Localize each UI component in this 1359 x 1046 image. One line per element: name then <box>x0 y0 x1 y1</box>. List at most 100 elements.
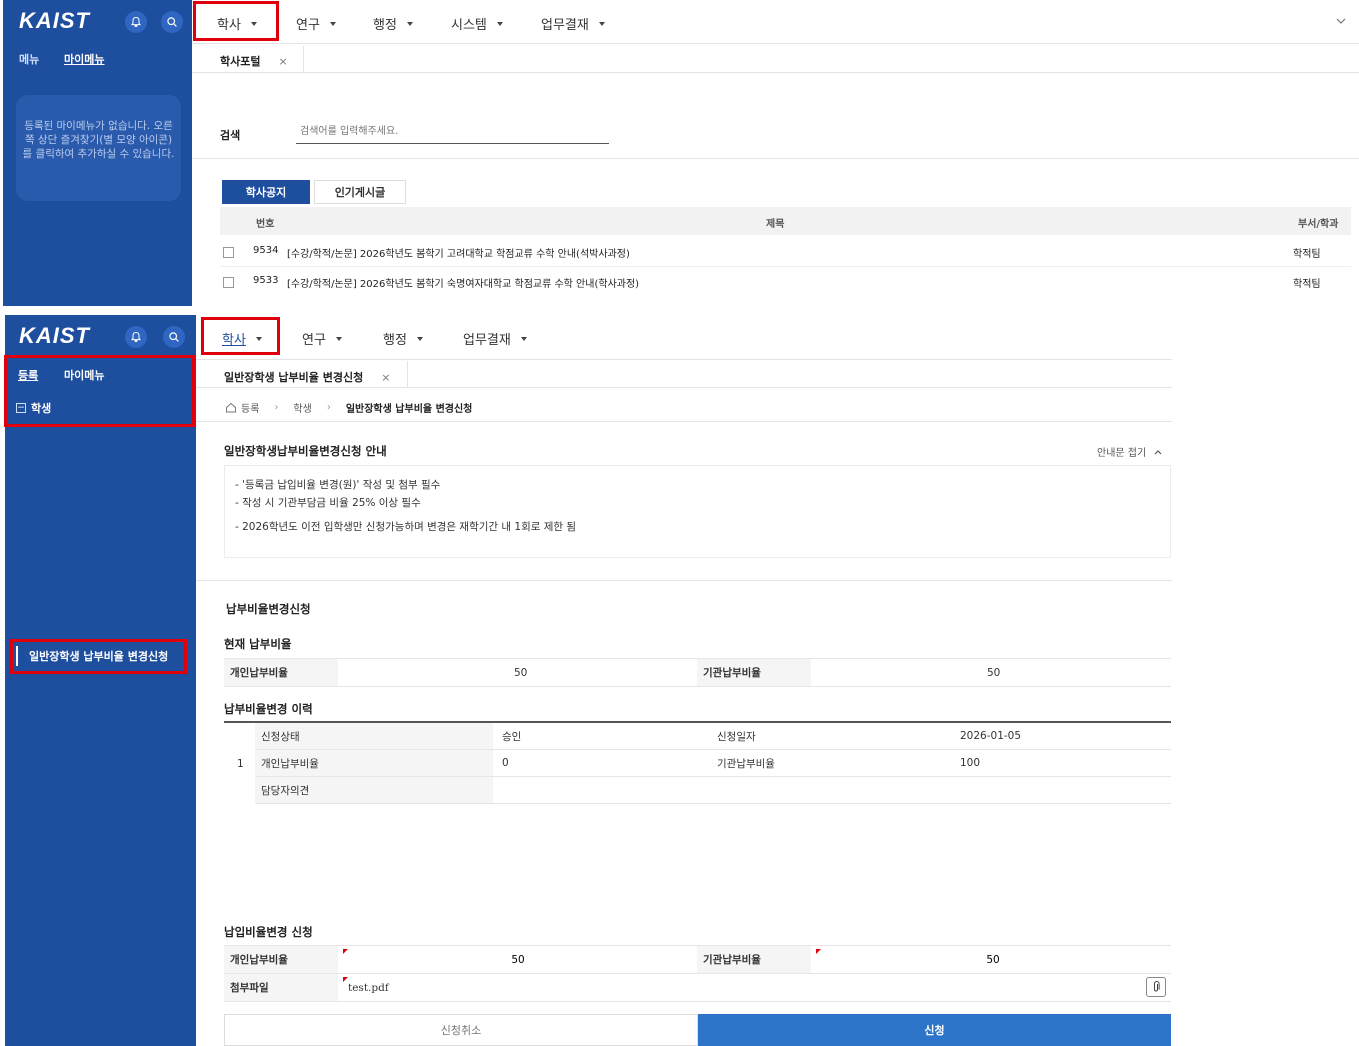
inst-ratio-input[interactable] <box>815 947 1171 972</box>
logo: KAIST <box>19 323 90 348</box>
highlight-box <box>10 639 187 674</box>
tab-border <box>407 361 408 387</box>
status-value: 승인 <box>502 730 522 743</box>
search-button[interactable] <box>163 326 185 348</box>
row-no: 9533 <box>253 275 279 286</box>
chevron-right-icon: › <box>274 402 279 413</box>
inst-ratio-value: 100 <box>960 757 981 769</box>
divider <box>192 72 1359 73</box>
row-dept: 학적팀 <box>1293 249 1321 260</box>
history-row: 담당자의견 <box>255 777 1171 804</box>
header-dept: 부서/학과 <box>1298 219 1339 230</box>
personal-ratio-value: 50 <box>514 666 528 679</box>
guide-line: - 2026학년도 이전 입학생만 신청가능하며 변경은 재학기간 내 1회로 … <box>235 521 577 533</box>
tab-underline <box>303 46 304 72</box>
chevron-down-icon <box>406 21 413 26</box>
home-icon[interactable] <box>225 402 237 413</box>
inst-ratio-label: 기관납부비율 <box>697 659 811 686</box>
chevron-down-icon <box>416 336 423 341</box>
guide-box: - '등록금 납입비율 변경(원)' 작성 및 첨부 필수 - 작성 시 기관부… <box>224 465 1171 558</box>
logo: KAIST <box>19 8 90 33</box>
panel-application: KAIST 등록 마이메뉴 − 학생 일반장학생 납부비율 변경신청 학사 연구… <box>0 315 1359 1046</box>
opinion-label: 담당자의견 <box>255 777 493 803</box>
search-input[interactable] <box>296 120 609 144</box>
inst-ratio-label: 기관납부비율 <box>697 946 811 973</box>
header-title: 제목 <box>766 219 785 230</box>
file-label: 첨부파일 <box>224 974 338 1001</box>
chevron-right-icon: › <box>326 402 331 413</box>
personal-ratio-value: 0 <box>502 757 509 769</box>
row-dept: 학적팀 <box>1293 279 1321 290</box>
highlight-box <box>4 355 195 427</box>
bell-icon <box>130 331 142 343</box>
sidebar-tab-mymenu[interactable]: 마이메뉴 <box>64 51 104 67</box>
divider <box>196 421 1172 422</box>
chevron-up-icon <box>1154 449 1162 454</box>
tab-popular[interactable]: 인기게시글 <box>314 180 406 204</box>
nav-item-admin[interactable]: 행정 <box>373 14 413 33</box>
nav-item-research[interactable]: 연구 <box>296 14 336 33</box>
expand-chevron-icon[interactable] <box>1336 17 1346 25</box>
table-row[interactable]: 9533 [수강/학적/논문] 2026학년도 봄학기 숙명여자대학교 학점교류… <box>220 267 1351 297</box>
divider <box>192 158 1359 159</box>
nav-item-system[interactable]: 시스템 <box>451 14 503 33</box>
personal-ratio-input[interactable] <box>342 947 694 972</box>
panel-portal: KAIST 메뉴 마이메뉴 등록된 마이메뉴가 없습니다. 오른쪽 상단 즐겨찾… <box>0 0 1359 306</box>
tab-scholarship[interactable]: 일반장학생 납부비율 변경신청 × <box>224 369 390 385</box>
row-title[interactable]: [수강/학적/논문] 2026학년도 봄학기 숙명여자대학교 학점교류 수학 안… <box>287 275 639 290</box>
history-table: 1 신청상태 승인 신청일자 2026-01-05 개인납부비율 0 기관납부비… <box>224 721 1171 804</box>
row-title[interactable]: [수강/학적/논문] 2026학년도 봄학기 고려대학교 학점교류 수학 안내(… <box>287 245 630 260</box>
apply-row: 개인납부비율 기관납부비율 <box>224 946 1171 974</box>
row-checkbox[interactable] <box>223 247 234 258</box>
cancel-button[interactable]: 신청취소 <box>224 1014 698 1046</box>
attach-button[interactable] <box>1146 977 1166 997</box>
nav-item-approval[interactable]: 업무결재 <box>463 329 527 348</box>
header-no: 번호 <box>256 219 275 230</box>
highlight-box <box>193 1 279 41</box>
date-label: 신청일자 <box>717 730 756 743</box>
divider <box>196 387 1172 388</box>
notification-button[interactable] <box>125 11 147 33</box>
notification-button[interactable] <box>125 326 147 348</box>
table-header: 번호 제목 부서/학과 <box>220 207 1351 235</box>
inst-ratio-label: 기관납부비율 <box>717 757 775 770</box>
current-ratio-table: 개인납부비율 50 기관납부비율 50 <box>224 658 1171 687</box>
history-row-no: 1 <box>237 757 244 770</box>
paperclip-icon <box>1154 981 1160 992</box>
guide-toggle[interactable]: 안내문 접기 <box>1097 444 1162 459</box>
status-label: 신청상태 <box>255 723 493 749</box>
divider <box>192 43 1359 44</box>
close-icon[interactable]: × <box>278 55 287 68</box>
close-icon[interactable]: × <box>381 371 390 384</box>
breadcrumb-current: 일반장학생 납부비율 변경신청 <box>345 404 473 415</box>
tab-notice[interactable]: 학사공지 <box>222 180 310 204</box>
row-checkbox[interactable] <box>223 277 234 288</box>
empty-mymenu-message: 등록된 마이메뉴가 없습니다. 오른쪽 상단 즐겨찾기(별 모양 아이콘)를 클… <box>16 95 181 201</box>
breadcrumb-item[interactable]: 학생 <box>293 400 311 415</box>
sidebar-tab-menu[interactable]: 메뉴 <box>19 51 39 67</box>
nav-item-approval[interactable]: 업무결재 <box>541 14 605 33</box>
table-row[interactable]: 9534 [수강/학적/논문] 2026학년도 봄학기 고려대학교 학점교류 수… <box>220 237 1351 267</box>
divider <box>196 580 1172 581</box>
chevron-down-icon <box>520 336 527 341</box>
date-value: 2026-01-05 <box>960 730 1022 742</box>
submit-button[interactable]: 신청 <box>698 1014 1171 1046</box>
chevron-down-icon <box>329 21 336 26</box>
divider <box>196 359 1172 360</box>
history-row: 신청상태 승인 신청일자 2026-01-05 <box>255 723 1171 750</box>
file-name: test.pdf <box>348 981 389 994</box>
personal-ratio-label: 개인납부비율 <box>255 750 493 776</box>
breadcrumb: 등록 › 학생 › 일반장학생 납부비율 변경신청 <box>225 400 472 415</box>
apply-title: 납입비율변경 신청 <box>224 925 313 939</box>
search-button[interactable] <box>161 11 183 33</box>
nav-item-research[interactable]: 연구 <box>302 329 342 348</box>
tab-haksa-portal[interactable]: 학사포털 × <box>220 53 288 69</box>
current-ratio-title: 현재 납부비율 <box>224 637 292 651</box>
nav-item-admin[interactable]: 행정 <box>383 329 423 348</box>
highlight-box <box>201 317 280 355</box>
row-no: 9534 <box>253 245 279 256</box>
history-row: 개인납부비율 0 기관납부비율 100 <box>255 750 1171 777</box>
sidebar: KAIST 메뉴 마이메뉴 등록된 마이메뉴가 없습니다. 오른쪽 상단 즐겨찾… <box>3 0 192 306</box>
apply-table: 개인납부비율 기관납부비율 첨부파일 test.pdf <box>224 945 1171 1002</box>
breadcrumb-item[interactable]: 등록 <box>241 400 259 415</box>
